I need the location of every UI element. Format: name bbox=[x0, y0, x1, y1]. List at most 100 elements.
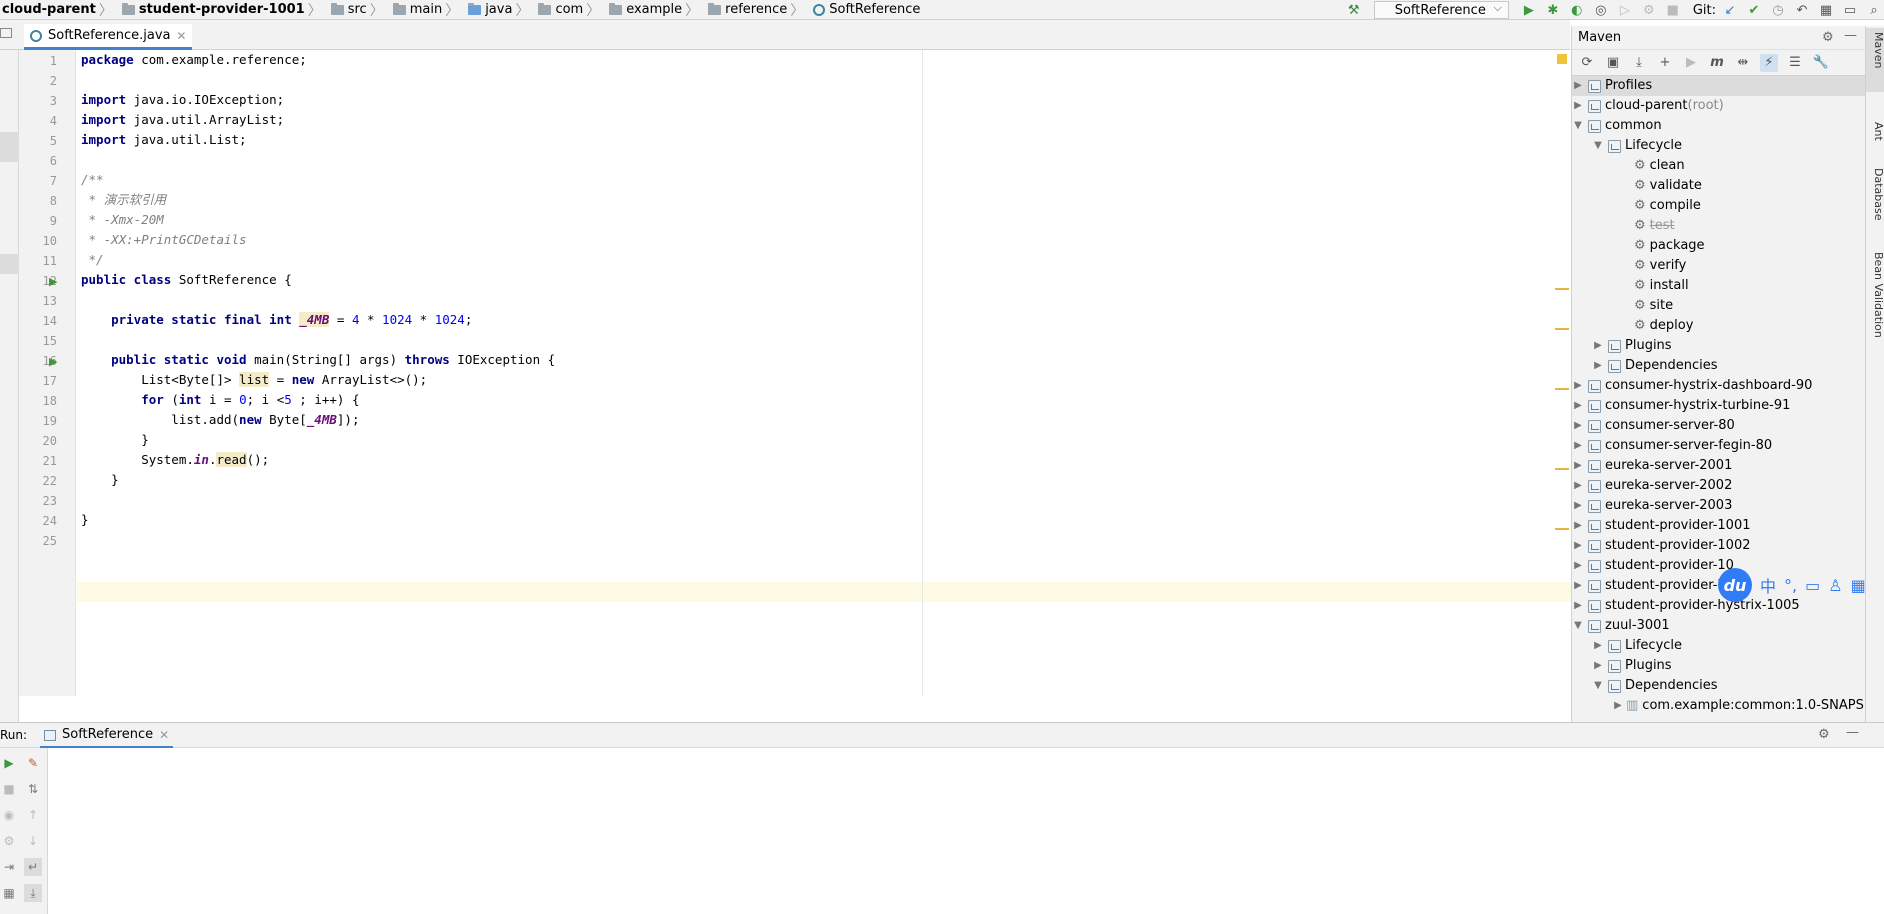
search-icon[interactable]: ⌕ bbox=[1864, 1, 1884, 19]
tree-plugins[interactable]: ▶ Plugins bbox=[1592, 336, 1671, 356]
tree-goal-site[interactable]: ⚙ site bbox=[1632, 296, 1673, 316]
breadcrumb-project[interactable]: cloud-parent bbox=[0, 2, 98, 17]
stop-icon[interactable]: ■ bbox=[0, 780, 18, 798]
breadcrumb-class[interactable]: SoftReference bbox=[805, 2, 922, 17]
up-arrow-icon[interactable]: ↑ bbox=[24, 806, 42, 824]
profile-icon[interactable]: ◎ bbox=[1591, 1, 1611, 19]
tool-tab-database[interactable]: Database bbox=[1866, 164, 1884, 234]
layout-icon[interactable]: ▭ bbox=[1840, 1, 1860, 19]
soft-wrap-icon[interactable]: ↵ bbox=[24, 858, 42, 876]
breadcrumb-com[interactable]: com bbox=[530, 2, 585, 17]
toggle-offline-icon[interactable]: ⇹ bbox=[1734, 54, 1752, 72]
rollback-icon[interactable]: ↶ bbox=[1792, 1, 1812, 19]
coverage-icon[interactable]: ◐ bbox=[1567, 1, 1587, 19]
error-stripe-mark[interactable] bbox=[1555, 288, 1569, 290]
tool-tab-maven[interactable]: Maven bbox=[1866, 28, 1884, 92]
tool-tab-bean-validation[interactable]: Bean Validation bbox=[1866, 248, 1884, 348]
tree-dependencies[interactable]: ▶ Dependencies bbox=[1592, 356, 1717, 376]
tree-module[interactable]: ▶ student-provider-1002 bbox=[1572, 536, 1750, 556]
tree-lifecycle[interactable]: ▼ Lifecycle bbox=[1592, 136, 1682, 156]
tree-goal-deploy[interactable]: ⚙ deploy bbox=[1632, 316, 1693, 336]
collapse-all-icon[interactable]: ☰ bbox=[1786, 54, 1804, 72]
tree-goal-verify[interactable]: ⚙ verify bbox=[1632, 256, 1686, 276]
tree-dependency[interactable]: ▶ ▥com.example:common:1.0-SNAPSHOT bbox=[1612, 696, 1866, 716]
tree-module[interactable]: ▶ student-provider-1001 bbox=[1572, 516, 1750, 536]
tree-module[interactable]: ▶ consumer-server-80 bbox=[1572, 416, 1735, 436]
git-commit-icon[interactable]: ✔ bbox=[1744, 1, 1764, 19]
tree-module[interactable]: ▶ consumer-hystrix-dashboard-90 bbox=[1572, 376, 1812, 396]
reload-icon[interactable]: ⟳ bbox=[1578, 54, 1596, 72]
tree-dependencies[interactable]: ▼ Dependencies bbox=[1592, 676, 1717, 696]
tree-profiles[interactable]: ▶ Profiles bbox=[1572, 76, 1866, 96]
project-structure-icon[interactable]: ▦ bbox=[1816, 1, 1836, 19]
tree-module[interactable]: ▶ eureka-server-2002 bbox=[1572, 476, 1732, 496]
ime-language[interactable]: 中 bbox=[1760, 573, 1776, 597]
tree-plugins[interactable]: ▶ Plugins bbox=[1592, 656, 1671, 676]
scroll-to-end-icon[interactable]: ⤓ bbox=[24, 884, 42, 902]
rerun-icon[interactable]: ▶ bbox=[0, 754, 18, 772]
ime-user-icon[interactable]: ♙ bbox=[1828, 576, 1842, 595]
run-disabled-icon[interactable]: ▷ bbox=[1615, 1, 1635, 19]
ime-skin-icon[interactable]: ▭ bbox=[1805, 576, 1820, 595]
ime-punctuation[interactable]: °, bbox=[1784, 576, 1797, 595]
panel-toggle-icon[interactable] bbox=[0, 28, 12, 38]
debug-icon[interactable]: ✱ bbox=[1543, 1, 1563, 19]
close-icon[interactable]: ✕ bbox=[176, 29, 186, 43]
console-output[interactable] bbox=[48, 748, 1884, 914]
hammer-icon[interactable]: ⚒ bbox=[1344, 1, 1364, 19]
execute-goal-icon[interactable]: m bbox=[1708, 54, 1726, 72]
breadcrumb-reference[interactable]: reference bbox=[700, 2, 789, 17]
close-icon[interactable]: ✕ bbox=[159, 728, 169, 742]
breadcrumb-java[interactable]: java bbox=[460, 2, 514, 17]
tree-module[interactable]: ▶ eureka-server-2003 bbox=[1572, 496, 1732, 516]
tree-lifecycle[interactable]: ▶ Lifecycle bbox=[1592, 636, 1682, 656]
run-configuration-select[interactable]: SoftReference bbox=[1373, 1, 1509, 19]
settings-icon[interactable]: ⚙ bbox=[0, 832, 18, 850]
run-gutter-icon[interactable]: ▶ bbox=[49, 275, 57, 288]
tree-goal-test[interactable]: ⚙ test bbox=[1632, 216, 1675, 236]
down-arrow-icon[interactable]: ↓ bbox=[24, 832, 42, 850]
stop-icon[interactable]: ■ bbox=[1663, 1, 1683, 19]
breadcrumb-src[interactable]: src bbox=[323, 2, 369, 17]
run-icon[interactable]: ▶ bbox=[1682, 54, 1700, 72]
hide-icon[interactable]: — bbox=[1846, 725, 1859, 740]
camera-icon[interactable]: ◉ bbox=[0, 806, 18, 824]
tree-common[interactable]: ▼ common bbox=[1572, 116, 1661, 136]
tree-module-zuul[interactable]: ▼ zuul-3001 bbox=[1572, 616, 1670, 636]
download-icon[interactable]: ⤓ bbox=[1630, 54, 1648, 72]
error-stripe-mark[interactable] bbox=[1555, 468, 1569, 470]
login-icon[interactable]: ⇥ bbox=[0, 858, 18, 876]
tree-goal-package[interactable]: ⚙ package bbox=[1632, 236, 1705, 256]
tool-tab-ant[interactable]: Ant bbox=[1866, 118, 1884, 158]
generate-sources-icon[interactable]: ▣ bbox=[1604, 54, 1622, 72]
run-gutter-icon[interactable]: ▶ bbox=[49, 355, 57, 368]
tree-cloud-parent[interactable]: ▶ cloud-parent (root) bbox=[1572, 96, 1724, 116]
baidu-logo[interactable]: du bbox=[1718, 568, 1752, 602]
tree-module[interactable]: ▶ consumer-server-fegin-80 bbox=[1572, 436, 1772, 456]
sort-icon[interactable]: ⇅ bbox=[24, 780, 42, 798]
warning-stripe-icon[interactable] bbox=[1557, 54, 1567, 64]
run-icon[interactable]: ▶ bbox=[1519, 1, 1539, 19]
tree-goal-clean[interactable]: ⚙ clean bbox=[1632, 156, 1685, 176]
gear-icon[interactable]: ⚙ bbox=[1818, 727, 1830, 742]
tree-goal-compile[interactable]: ⚙ compile bbox=[1632, 196, 1701, 216]
layout-icon[interactable]: ▦ bbox=[0, 884, 18, 902]
history-icon[interactable]: ◷ bbox=[1768, 1, 1788, 19]
breadcrumb-main[interactable]: main bbox=[385, 2, 444, 17]
breadcrumb-example[interactable]: example bbox=[601, 2, 684, 17]
tree-module[interactable]: ▶ student-provider-hy bbox=[1572, 576, 1733, 596]
add-icon[interactable]: + bbox=[1656, 54, 1674, 72]
gear-icon[interactable]: ⚙ bbox=[1822, 30, 1834, 45]
tree-goal-install[interactable]: ⚙ install bbox=[1632, 276, 1689, 296]
hide-icon[interactable]: — bbox=[1844, 28, 1857, 43]
tree-module[interactable]: ▶ consumer-hystrix-turbine-91 bbox=[1572, 396, 1790, 416]
tree-module[interactable]: ▶ eureka-server-2001 bbox=[1572, 456, 1732, 476]
wrench-icon[interactable]: 🔧 bbox=[1812, 54, 1830, 72]
tab-softreference-java[interactable]: SoftReference.java ✕ bbox=[24, 24, 193, 50]
ime-menu-icon[interactable]: ▦ bbox=[1851, 576, 1866, 595]
error-stripe-mark[interactable] bbox=[1555, 328, 1569, 330]
code-editor[interactable]: package com.example.reference; import ja… bbox=[77, 50, 1571, 696]
error-stripe-mark[interactable] bbox=[1555, 528, 1569, 530]
error-stripe-mark[interactable] bbox=[1555, 388, 1569, 390]
run-tab-softreference[interactable]: SoftReference ✕ bbox=[40, 723, 174, 749]
